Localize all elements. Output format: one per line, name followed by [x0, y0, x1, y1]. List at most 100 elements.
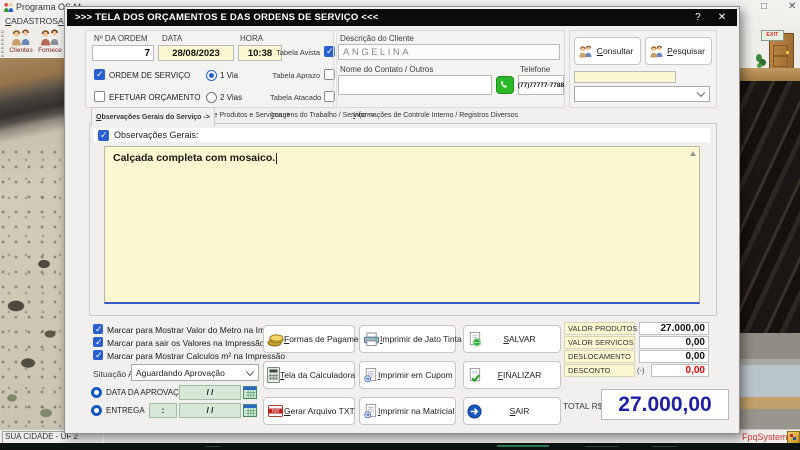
- plant-icon: [756, 52, 766, 68]
- valor-produtos-value[interactable]: 27.000,00: [639, 322, 709, 335]
- sair-button[interactable]: SAIR: [463, 397, 561, 425]
- gerar-txt-button[interactable]: TXT Gerar Arquivo TXT: [263, 397, 355, 425]
- close-button-dialog[interactable]: ✕: [715, 12, 729, 23]
- ordem-servico-checkbox[interactable]: [94, 69, 105, 80]
- desconto-prefix: (-): [637, 366, 645, 375]
- observacoes-header: Observações Gerais:: [94, 128, 710, 142]
- whatsapp-button[interactable]: [496, 76, 514, 94]
- client-group: Descrição do Cliente ANGELINA Nome do Co…: [333, 30, 565, 108]
- valor-servicos-value[interactable]: 0,00: [639, 336, 709, 349]
- calculator-icon: [267, 367, 280, 383]
- scroll-up-icon[interactable]: [690, 151, 696, 156]
- via2-label: 2 Vias: [220, 93, 242, 102]
- situacao-dropdown[interactable]: Aguardando Aprovação: [131, 364, 259, 381]
- valor-servicos-label: VALOR SERVICOS: [564, 336, 635, 349]
- phone-label: Telefone: [520, 65, 550, 74]
- wallpaper-photo-left: [0, 58, 64, 429]
- dialog-titlebar[interactable]: >>> TELA DOS ORÇAMENTOS E DAS ORDENS DE …: [67, 9, 737, 26]
- app-icon: [3, 2, 14, 13]
- tela-calculadora-button[interactable]: Tela da Calculadora: [263, 361, 355, 389]
- deslocamento-value[interactable]: 0,00: [639, 350, 709, 363]
- taskbar: [0, 443, 800, 450]
- via1-label: 1 Via: [220, 71, 238, 80]
- observacoes-panel: Observações Gerais: Calçada completa com…: [89, 123, 717, 316]
- ordem-servico-label: ORDEM DE SERVIÇO: [109, 71, 190, 80]
- toolbar-clientes-label: Clientes: [9, 47, 32, 54]
- client-description-field[interactable]: ANGELINA: [338, 44, 560, 60]
- entrega-label: ENTREGA: [106, 406, 145, 415]
- consultar-button[interactable]: Consultar: [574, 37, 641, 65]
- aprovacao-date-field[interactable]: / /: [179, 385, 241, 400]
- observacoes-checkbox[interactable]: [98, 130, 109, 141]
- contact-name-field[interactable]: [338, 75, 492, 95]
- tab-observacoes[interactable]: Observações Gerais do Serviço ->: [91, 107, 215, 126]
- clients-icon: [10, 29, 32, 46]
- dialog-body: Nº DA ORDEM 7 DATA 28/08/2023 HORA 10:38…: [67, 27, 737, 431]
- formas-pagamento-button[interactable]: Formas de Pagamento: [263, 325, 355, 353]
- order-number-field[interactable]: 7: [92, 45, 154, 61]
- pesquisar-button[interactable]: Pesquisar: [645, 37, 712, 65]
- desktop: Programa OS M □ ✕ CADASTROS AG Clientes: [0, 0, 800, 450]
- salvar-label: SALVAR: [482, 334, 557, 344]
- imprimir-matricial-button[interactable]: Imprimir na Matricial: [359, 397, 456, 425]
- maximize-button[interactable]: □: [761, 1, 767, 12]
- print-valores-checkbox[interactable]: [93, 337, 103, 347]
- suppliers-icon: [39, 29, 61, 46]
- efetuar-orcamento-checkbox[interactable]: [94, 91, 105, 102]
- entrega-calendar-button[interactable]: [243, 403, 257, 417]
- search-highlight-field[interactable]: [574, 71, 676, 83]
- menu-cadastros[interactable]: CADASTROS: [5, 16, 58, 26]
- entrega-bullet[interactable]: [91, 405, 102, 416]
- tab-controle-interno[interactable]: Informações de Controle Interno / Regist…: [349, 107, 522, 123]
- tabela-atacado-label: Tabela Atacado: [270, 93, 320, 102]
- imprimir-cupom-label: Imprimir em Cupom: [378, 370, 453, 380]
- client-select-dropdown[interactable]: [574, 86, 710, 102]
- text-caret: [276, 153, 277, 164]
- imprimir-jato-button[interactable]: Imprimir de Jato Tinta: [359, 325, 456, 353]
- via1-radio[interactable]: [206, 70, 217, 81]
- chevron-down-icon: [697, 89, 705, 97]
- valor-produtos-label: VALOR PRODUTOS: [564, 322, 635, 335]
- toolbar-fornecedores-label: Fornece: [38, 47, 62, 54]
- order-number-label: Nº DA ORDEM: [94, 34, 148, 43]
- print-valores-label: Marcar para sair os Valores na Impressão: [107, 338, 265, 348]
- consultar-label: Consultar: [593, 46, 637, 56]
- efetuar-orcamento-label: EFETUAR ORÇAMENTO: [109, 93, 200, 102]
- desconto-label: DESCONTO: [564, 364, 635, 377]
- salvar-button[interactable]: SALVAR: [463, 325, 561, 353]
- via2-radio[interactable]: [206, 92, 217, 103]
- print-metro-checkbox[interactable]: [93, 324, 103, 334]
- aprovacao-bullet[interactable]: [91, 387, 102, 398]
- imprimir-cupom-button[interactable]: Imprimir em Cupom: [359, 361, 456, 389]
- tabela-avista-label: Tabela Avista: [270, 48, 320, 57]
- total-label: TOTAL R$: [563, 401, 603, 411]
- entrega-time-field[interactable]: :: [149, 403, 177, 418]
- status-brand: FpqSystem: [742, 432, 788, 442]
- desconto-value[interactable]: 0,00: [651, 364, 709, 377]
- observacoes-label: Observações Gerais:: [114, 130, 199, 140]
- finish-check-icon: [467, 368, 482, 383]
- close-button-main[interactable]: ✕: [788, 1, 796, 12]
- txt-file-icon: TXT: [267, 404, 284, 418]
- print-calculos-checkbox[interactable]: [93, 350, 103, 360]
- formas-pagamento-label: Formas de Pagamento: [284, 334, 370, 344]
- aprovacao-calendar-button[interactable]: [243, 385, 257, 399]
- coins-icon: [267, 331, 284, 347]
- chevron-down-icon: [246, 367, 254, 375]
- save-icon: [467, 332, 482, 347]
- date-field[interactable]: 28/08/2023: [158, 45, 234, 61]
- dialog-title: >>> TELA DOS ORÇAMENTOS E DAS ORDENS DE …: [75, 12, 379, 23]
- printer-icon: [363, 332, 380, 347]
- finalizar-button[interactable]: FINALIZAR: [463, 361, 561, 389]
- svg-text:TXT: TXT: [272, 409, 280, 414]
- entrega-date-field[interactable]: / /: [179, 403, 241, 418]
- print-calculos-label: Marcar para Mostrar Calculos m² na Impre…: [107, 351, 285, 361]
- help-button[interactable]: ?: [691, 12, 705, 23]
- contact-name-label: Nome do Contato / Outros: [340, 65, 433, 74]
- client-description-label: Descrição do Cliente: [340, 34, 414, 43]
- document-print-icon: [363, 368, 378, 383]
- observacoes-textarea[interactable]: Calçada completa com mosaico.: [104, 146, 700, 304]
- exit-program-button[interactable]: EXIT: [756, 30, 796, 70]
- whatsapp-icon: [499, 79, 511, 91]
- phone-field[interactable]: (77)77777-7788: [518, 75, 564, 95]
